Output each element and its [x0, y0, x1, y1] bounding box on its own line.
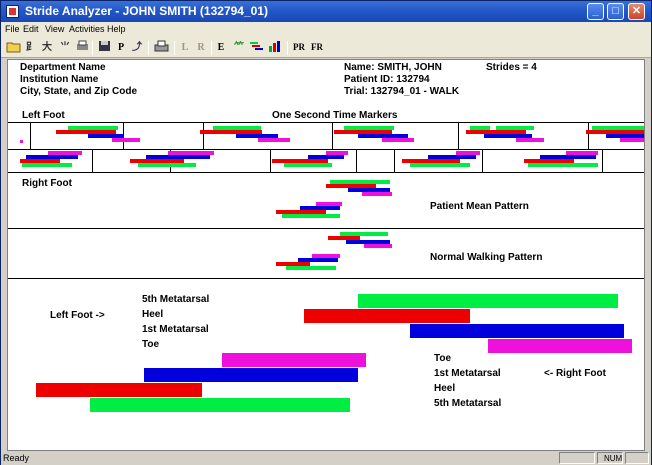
legend-left-5th-metatarsal: 5th Metatarsal: [142, 294, 210, 305]
export-icon[interactable]: ⤴: [129, 40, 145, 55]
legend-right-5th-metatarsal: 5th Metatarsal: [434, 398, 502, 409]
r-button[interactable]: R: [195, 40, 207, 55]
pr-button[interactable]: PR: [291, 40, 307, 55]
legend-bar-1st-metatarsal-right: [144, 368, 358, 382]
cane-icon[interactable]: ⺌: [57, 40, 73, 55]
p-button[interactable]: P: [115, 40, 127, 55]
legend-left-heel: Heel: [142, 309, 164, 320]
status-text: Ready: [3, 453, 30, 463]
patient-id: Patient ID: 132794: [344, 74, 430, 85]
status-panel-scroll: [625, 452, 649, 464]
title-bar[interactable]: Stride Analyzer - JOHN SMITH (132794_01)…: [1, 1, 651, 22]
legend-right-1st-metatarsal: 1st Metatarsal: [434, 368, 501, 379]
legend-left-toe: Toe: [142, 339, 160, 350]
institution-name: Institution Name: [20, 74, 99, 85]
status-bar: Ready NUM: [1, 452, 651, 465]
legend-right-toe: Toe: [434, 353, 452, 364]
save-icon[interactable]: [97, 40, 112, 55]
walker-icon[interactable]: ⻊: [23, 40, 39, 55]
maximize-button[interactable]: □: [607, 3, 624, 20]
menu-view[interactable]: View: [45, 24, 64, 34]
window-title: Stride Analyzer - JOHN SMITH (132794_01): [25, 4, 268, 18]
left-foot-label: Left Foot: [22, 110, 65, 121]
print-preview-icon[interactable]: [75, 40, 89, 55]
runner-icon[interactable]: 大: [39, 40, 55, 55]
trial-id: Trial: 132794_01 - WALK: [344, 86, 460, 97]
legend-left-1st-metatarsal: 1st Metatarsal: [142, 324, 209, 335]
department-name: Department Name: [20, 62, 106, 73]
open-folder-icon[interactable]: [5, 40, 21, 55]
fr-button[interactable]: FR: [309, 40, 325, 55]
footprint-icon[interactable]: ⺮: [231, 40, 247, 55]
status-panel-empty: [559, 452, 595, 464]
right-foot-legend: <- Right Foot: [544, 368, 606, 379]
legend-bar-5th-metatarsal-left: [358, 294, 618, 308]
report-area: Department Name Institution Name City, S…: [7, 59, 645, 451]
legend-bar-toe-left: [488, 339, 632, 353]
menu-bar: File Edit View Activities Help: [1, 22, 651, 38]
menu-edit[interactable]: Edit: [23, 24, 39, 34]
minimize-button[interactable]: _: [587, 3, 604, 20]
legend-bar-heel-left: [304, 309, 470, 323]
left-stride-0-toe: [20, 140, 23, 143]
e-button[interactable]: E: [215, 40, 227, 55]
legend-bar-5th-metatarsal-right: [90, 398, 350, 412]
print-icon[interactable]: [153, 40, 169, 55]
l-button[interactable]: L: [179, 40, 191, 55]
legend-bar-1st-metatarsal-left: [410, 324, 624, 338]
left-stride-5-toe: [620, 138, 644, 142]
address: City, State, and Zip Code: [20, 86, 138, 97]
menu-activities[interactable]: Activities: [69, 24, 105, 34]
gait-pattern-icon[interactable]: [249, 40, 265, 55]
patient-name: Name: SMITH, JOHN: [344, 62, 442, 73]
left-stride-4-toe: [516, 138, 544, 142]
left-stride-3-toe: [382, 138, 414, 142]
app-icon[interactable]: [6, 5, 19, 18]
legend-bar-heel-right: [36, 383, 202, 397]
menu-file[interactable]: File: [5, 24, 20, 34]
right-foot-label: Right Foot: [22, 178, 72, 189]
menu-help[interactable]: Help: [107, 24, 126, 34]
app-window: Stride Analyzer - JOHN SMITH (132794_01)…: [0, 0, 652, 465]
left-stride-1-toe: [112, 138, 140, 142]
time-markers-label: One Second Time Markers: [272, 110, 398, 121]
bar-chart-icon[interactable]: [267, 40, 283, 55]
toolbar: ⻊ 大 ⺌ P ⤴ L R E ⺮ PR FR: [1, 38, 651, 58]
legend-right-heel: Heel: [434, 383, 456, 394]
close-button[interactable]: ✕: [628, 3, 645, 20]
left-stride-2-toe: [258, 138, 290, 142]
left-foot-legend: Left Foot ->: [50, 310, 105, 321]
strides-count: Strides = 4: [486, 62, 537, 73]
legend-bar-toe-right: [222, 353, 366, 367]
patient-mean-pattern-label: Patient Mean Pattern: [430, 201, 529, 212]
normal-walking-pattern-label: Normal Walking Pattern: [430, 252, 543, 263]
num-lock-indicator: NUM: [597, 452, 623, 464]
